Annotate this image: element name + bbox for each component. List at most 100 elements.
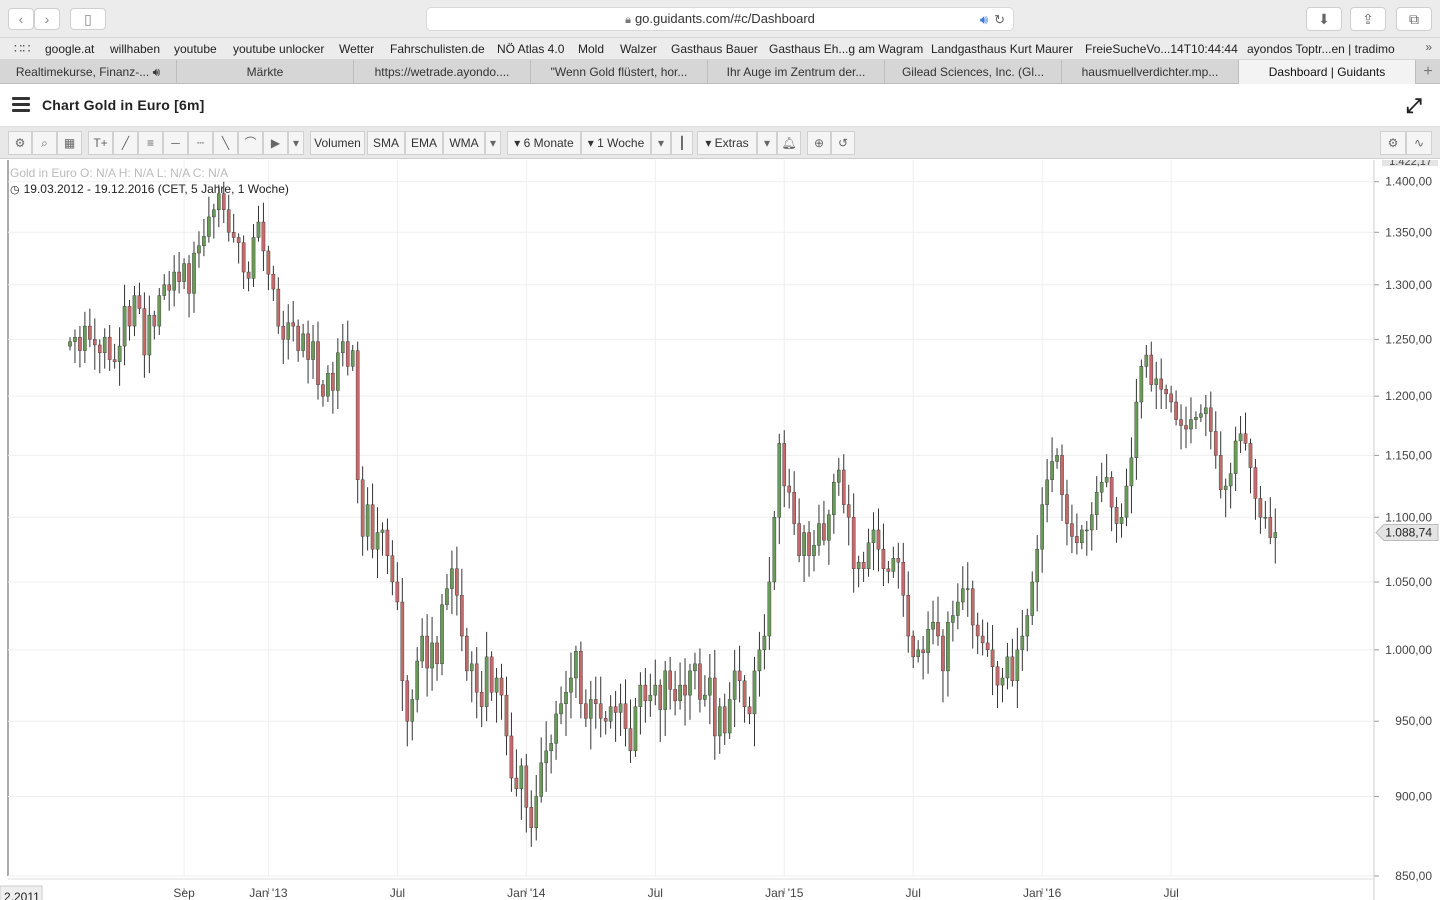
candle-body: [321, 384, 325, 397]
back-button[interactable]: ‹: [8, 8, 34, 30]
arc-icon[interactable]: ⌒: [238, 131, 263, 155]
browser-tab[interactable]: Ihr Auge im Zentrum der...: [708, 60, 885, 84]
indicator-settings-icon[interactable]: ⚙: [1380, 131, 1406, 155]
bookmark-item[interactable]: FreieSucheVo...14T10:44:44: [1085, 42, 1238, 56]
browser-tab[interactable]: Realtimekurse, Finanz-... 🔊︎: [0, 60, 177, 84]
bookmark-item[interactable]: google.at: [45, 42, 94, 56]
candle-body: [951, 615, 955, 623]
candlestick-chart[interactable]: 850,00 900,00 950,00 1.000,00 1.050,00 1.100,…: [0, 160, 1440, 900]
candle-body: [83, 325, 87, 351]
browser-tab[interactable]: Märkte: [177, 60, 354, 84]
pulse-icon[interactable]: ∿: [1406, 131, 1432, 155]
chevron-down-icon: ▾: [514, 136, 524, 150]
sma-button[interactable]: SMA: [367, 131, 405, 155]
candle-body: [1139, 366, 1144, 403]
candle-body: [1273, 532, 1278, 538]
speaker-icon[interactable]: 🔊︎: [153, 65, 161, 79]
bookmark-item[interactable]: Landgasthaus Kurt Maurer: [931, 42, 1073, 56]
tab-label: Realtimekurse, Finanz-...: [15, 65, 150, 79]
browser-tab[interactable]: https://wetrade.ayondo....: [354, 60, 531, 84]
sidebar-toggle-button[interactable]: ▯: [70, 8, 106, 30]
chevron-down-icon[interactable]: ▾: [651, 131, 671, 155]
chart-area[interactable]: 850,00 900,00 950,00 1.000,00 1.050,00 1.100,…: [0, 160, 1440, 900]
candle-body: [469, 663, 474, 672]
candle-body: [618, 703, 623, 713]
candle-body: [1258, 498, 1263, 518]
layout-grid-icon[interactable]: ▦: [57, 131, 82, 155]
chevron-down-icon[interactable]: ▾: [288, 131, 304, 155]
bookmark-item[interactable]: Wetter: [339, 42, 374, 56]
candle-body: [445, 588, 449, 605]
candle-body: [1065, 494, 1069, 524]
cursor-icon[interactable]: ▶: [263, 131, 288, 155]
expand-icon[interactable]: ⤢: [1406, 95, 1422, 118]
search-icon[interactable]: ⌕: [32, 131, 57, 155]
candle-body: [395, 581, 400, 603]
bookmark-item[interactable]: Walzer: [620, 42, 657, 56]
chevron-down-icon[interactable]: ▾: [757, 131, 777, 155]
candle-body: [985, 642, 990, 651]
browser-tab[interactable]: Gilead Sciences, Inc. (Gl...: [885, 60, 1062, 84]
bookmark-item[interactable]: ayondos Toptr...en | tradimo: [1247, 42, 1395, 56]
horizontal-line-icon[interactable]: ─: [163, 131, 188, 155]
grid-icon[interactable]: ∷∷: [14, 41, 31, 57]
tabs-overview-button[interactable]: ⧉: [1396, 7, 1432, 31]
candle-body: [1035, 549, 1039, 583]
browser-tab-active[interactable]: Dashboard | Guidants: [1239, 60, 1416, 84]
menu-icon[interactable]: [12, 97, 30, 113]
channel-icon[interactable]: ┄: [188, 131, 213, 155]
browser-tab[interactable]: hausmuellverdichter.mp...: [1062, 60, 1239, 84]
audio-icon[interactable]: 🔊︎: [980, 12, 988, 27]
tab-label: https://wetrade.ayondo....: [374, 65, 510, 79]
bookmark-item[interactable]: NÖ Atlas 4.0: [497, 42, 564, 56]
bookmark-item[interactable]: Fahrschulisten.de: [390, 42, 485, 56]
alert-bell-icon[interactable]: 🔔︎: [777, 131, 801, 155]
candle-body: [1213, 431, 1218, 456]
more-bookmarks-icon[interactable]: »: [1425, 40, 1432, 54]
undo-icon[interactable]: ↺: [831, 131, 855, 155]
share-button[interactable]: ⇪: [1350, 7, 1386, 31]
candle-body: [782, 443, 787, 487]
ray-icon[interactable]: ╲: [213, 131, 238, 155]
candle-body: [688, 670, 692, 696]
candle-body: [494, 677, 499, 693]
candle-body: [975, 624, 980, 637]
chart-toolbar: ⚙ ⌕ ▦ T+ ╱ ≡ ─ ┄ ╲ ⌒ ▶ ▾ Volumen SMA EMA…: [0, 127, 1440, 159]
extras-select[interactable]: ▾ Extras: [697, 131, 757, 155]
interval-select[interactable]: ▾ 1 Woche: [581, 131, 651, 155]
ema-button[interactable]: EMA: [405, 131, 443, 155]
bookmark-item[interactable]: youtube: [174, 42, 217, 56]
trendline-icon[interactable]: ╱: [113, 131, 138, 155]
fibonacci-icon[interactable]: ≡: [138, 131, 163, 155]
bookmark-item[interactable]: Gasthaus Eh...g am Wagram: [769, 42, 923, 56]
volumen-button[interactable]: Volumen: [310, 131, 365, 155]
candle-body: [926, 628, 930, 653]
browser-toolbar: ‹ › ▯ 🔒︎ go.guidants.com/#c/Dashboard 🔊︎ ↻…: [0, 0, 1440, 38]
browser-tab[interactable]: "Wenn Gold flüstert, hor...: [531, 60, 708, 84]
candle-body: [589, 699, 593, 719]
candle-body: [117, 345, 122, 363]
candle-body: [559, 703, 563, 715]
settings-icon[interactable]: ⚙: [8, 131, 32, 155]
new-tab-button[interactable]: +: [1416, 60, 1440, 84]
chevron-down-icon[interactable]: ▾: [485, 131, 501, 155]
downloads-button[interactable]: ⬇: [1306, 7, 1342, 31]
candle-body: [946, 622, 950, 672]
candle-body: [574, 651, 578, 679]
candle-type-icon[interactable]: ┃: [671, 131, 693, 155]
period-select[interactable]: ▾ 6 Monate: [507, 131, 581, 155]
candle-body: [1124, 485, 1129, 518]
bookmark-item[interactable]: youtube unlocker: [233, 42, 324, 56]
candle-body: [192, 252, 196, 294]
wma-button[interactable]: WMA: [443, 131, 485, 155]
bookmark-item[interactable]: Gasthaus Bauer: [671, 42, 758, 56]
text-tool-icon[interactable]: T+: [88, 131, 113, 155]
forward-button[interactable]: ›: [34, 8, 60, 30]
reload-icon[interactable]: ↻: [994, 12, 1005, 27]
bookmark-item[interactable]: willhaben: [110, 42, 160, 56]
candle-body: [549, 743, 553, 752]
zoom-in-icon[interactable]: ⊕: [807, 131, 831, 155]
candle-body: [1104, 477, 1109, 483]
address-bar[interactable]: 🔒︎ go.guidants.com/#c/Dashboard 🔊︎ ↻: [426, 7, 1014, 31]
bookmark-item[interactable]: Mold: [578, 42, 604, 56]
